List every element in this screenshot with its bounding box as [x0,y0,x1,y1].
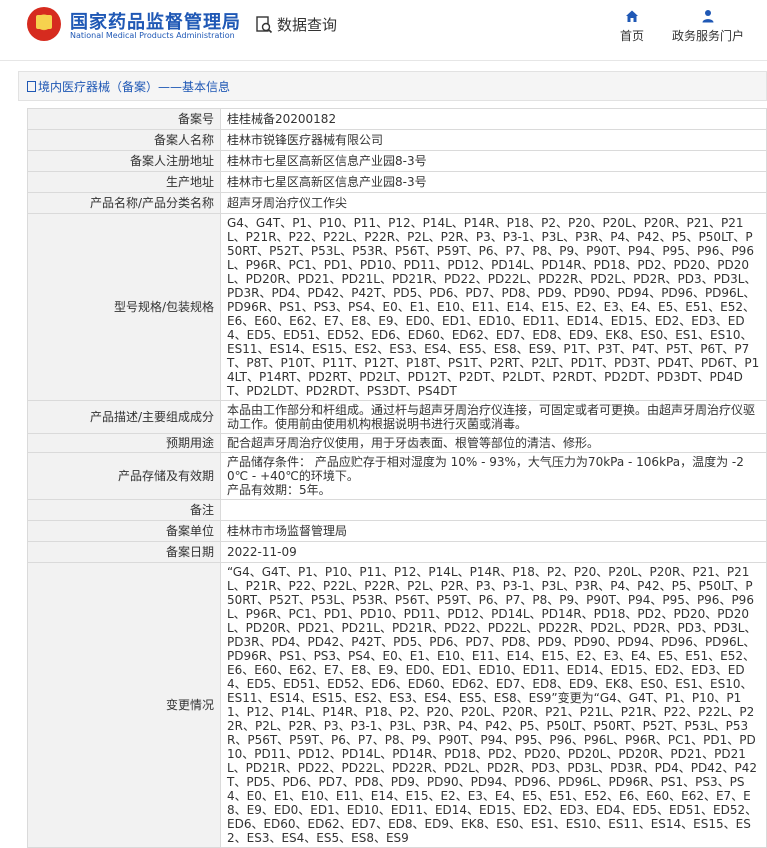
home-icon [625,9,639,23]
table-row: 产品描述/主要组成成分 本品由工作部分和杆组成。通过杆与超声牙周治疗仪连接，可固定… [27,400,767,434]
field-value: 产品储存条件： 产品应贮存于相对湿度为 10% - 93%，大气压力为70kPa… [220,452,767,500]
table-row: 备案人名称 桂林市锐锋医疗器械有限公司 [27,129,767,151]
record-detail-table: 备案号 桂桂械备20200182 备案人名称 桂林市锐锋医疗器械有限公司 备案人注册地址… [27,108,767,848]
field-value: 桂林市市场监督管理局 [220,520,767,542]
table-row: 备注 [27,499,767,521]
field-label: 型号规格/包装规格 [27,213,221,401]
field-value: 桂桂械备20200182 [220,108,767,130]
breadcrumb-text: 境内医疗器械（备案）——基本信息 [38,80,231,94]
field-label: 预期用途 [27,433,221,453]
field-value: 桂林市七星区高新区信息产业园8-3号 [220,150,767,172]
field-label: 变更情况 [27,562,221,848]
field-label: 备案号 [27,108,221,130]
data-query-link[interactable]: 数据查询 [255,14,337,35]
table-row: 产品存储及有效期 产品储存条件： 产品应贮存于相对湿度为 10% - 93%，大气… [27,452,767,500]
query-label: 数据查询 [277,16,338,34]
field-label: 产品存储及有效期 [27,452,221,500]
user-icon [701,9,715,23]
nav-home-label: 首页 [619,29,644,43]
field-value [220,499,767,521]
field-value: G4、G4T、P1、P10、P11、P12、P14L、P14R、P18、P2、P… [220,213,767,401]
nav-home[interactable]: 首页 [617,9,647,44]
document-icon [27,81,36,92]
field-label: 备案日期 [27,541,221,563]
nmpa-emblem-icon [27,7,61,41]
field-label: 生产地址 [27,171,221,193]
table-row: 备案人注册地址 桂林市七星区高新区信息产业园8-3号 [27,150,767,172]
table-row: 变更情况 “G4、G4T、P1、P10、P11、P12、P14L、P14R、P18… [27,562,767,848]
table-row: 型号规格/包装规格 G4、G4T、P1、P10、P11、P12、P14L、P14R… [27,213,767,401]
field-value: 超声牙周治疗仪工作尖 [220,192,767,214]
query-doc-icon [255,15,273,34]
field-label: 备案单位 [27,520,221,542]
nav-service-portal[interactable]: 政务服务门户 [668,9,748,44]
table-row: 生产地址 桂林市七星区高新区信息产业园8-3号 [27,171,767,193]
field-value: 本品由工作部分和杆组成。通过杆与超声牙周治疗仪连接，可固定或者可更换。由超声牙周… [220,400,767,434]
field-value: 桂林市锐锋医疗器械有限公司 [220,129,767,151]
field-value: 2022-11-09 [220,541,767,563]
table-row: 备案日期 2022-11-09 [27,541,767,563]
field-label: 备注 [27,499,221,521]
breadcrumb: 境内医疗器械（备案）——基本信息 [18,71,767,101]
brand-subtitle: National Medical Products Administration [70,31,235,40]
field-value: “G4、G4T、P1、P10、P11、P12、P14L、P14R、P18、P2、… [220,562,767,848]
nav-portal-label: 政务服务门户 [671,29,744,43]
field-value: 配合超声牙周治疗仪使用，用于牙齿表面、根管等部位的清洁、修形。 [220,433,767,453]
table-row: 备案单位 桂林市市场监督管理局 [27,520,767,542]
field-label: 产品名称/产品分类名称 [27,192,221,214]
table-row: 备案号 桂桂械备20200182 [27,108,767,130]
site-header: 国家药品监督管理局 National Medical Products Admi… [0,0,767,61]
field-label: 备案人名称 [27,129,221,151]
field-value: 桂林市七星区高新区信息产业园8-3号 [220,171,767,193]
field-label: 备案人注册地址 [27,150,221,172]
table-row: 预期用途 配合超声牙周治疗仪使用，用于牙齿表面、根管等部位的清洁、修形。 [27,433,767,453]
field-label: 产品描述/主要组成成分 [27,400,221,434]
table-row: 产品名称/产品分类名称 超声牙周治疗仪工作尖 [27,192,767,214]
